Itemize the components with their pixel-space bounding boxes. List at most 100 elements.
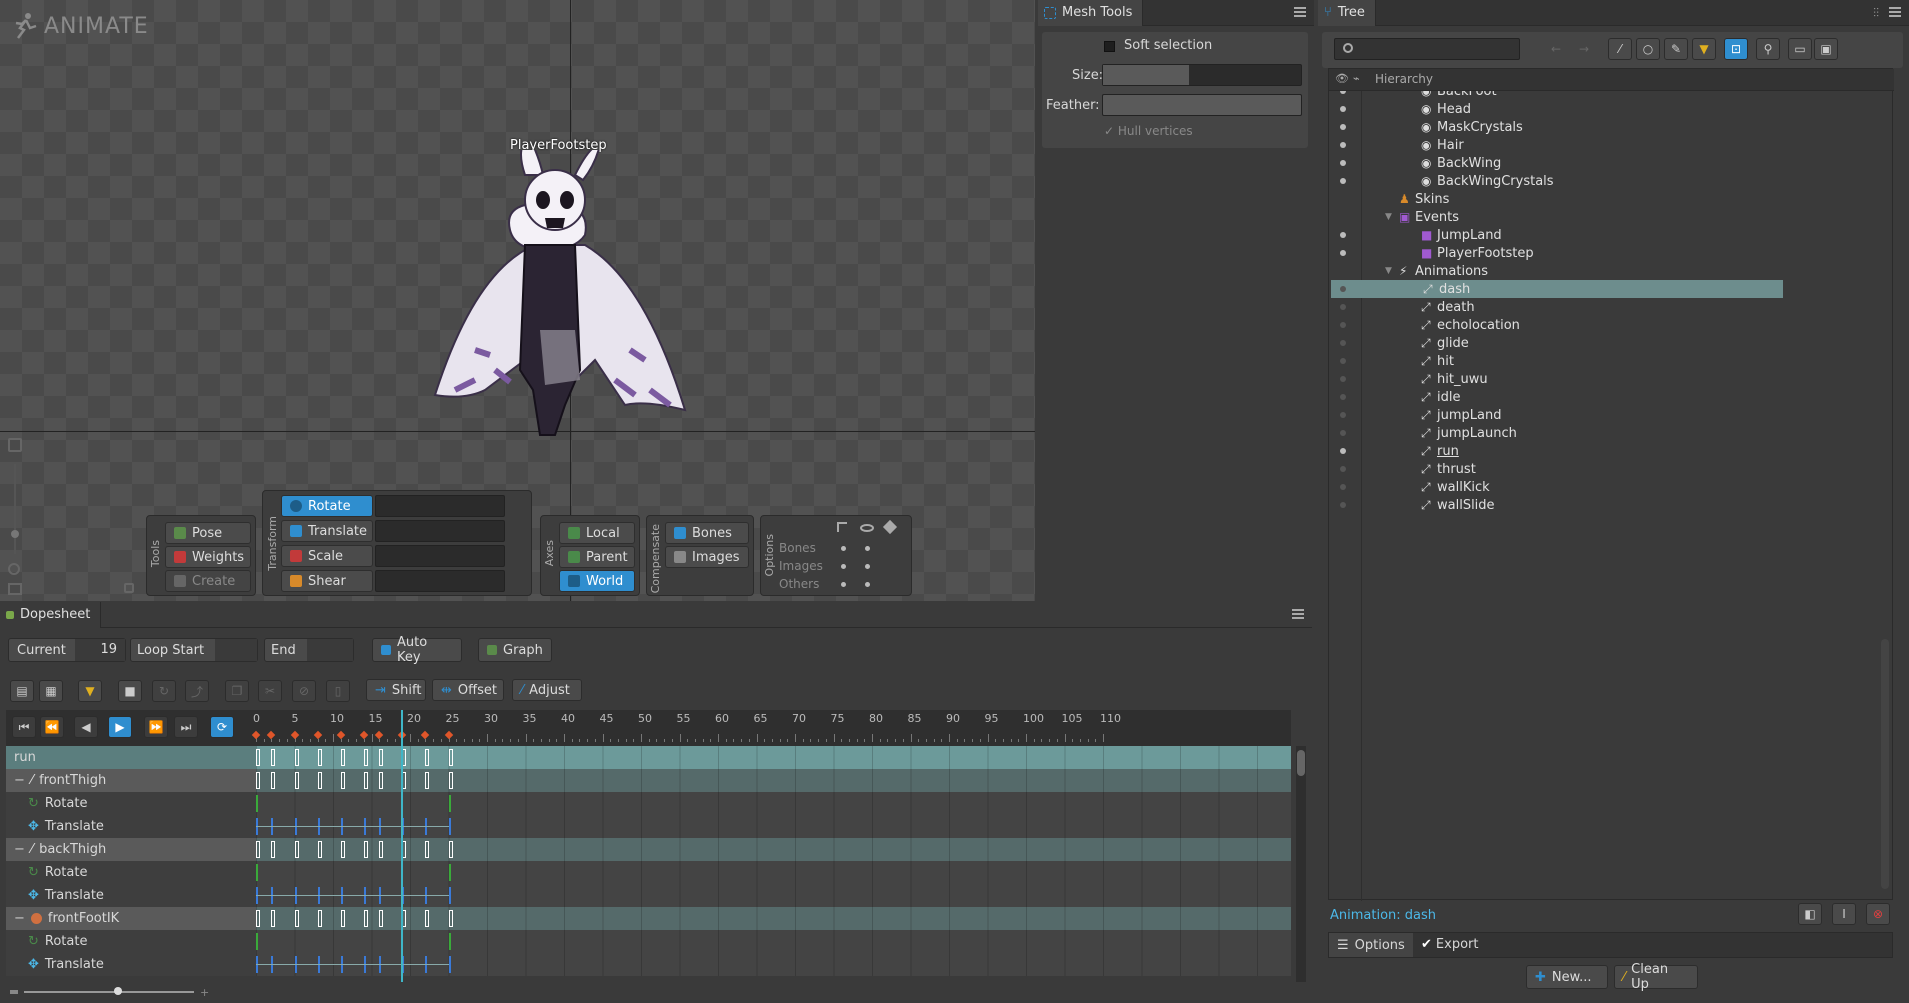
next-frame-icon[interactable]: ⏩ <box>144 716 168 738</box>
key[interactable] <box>425 841 430 858</box>
dopesheet-track[interactable] <box>256 746 1291 769</box>
key[interactable] <box>448 841 453 858</box>
delete-icon[interactable]: ▯ <box>326 680 350 702</box>
key[interactable] <box>448 910 453 927</box>
character-skeleton[interactable] <box>415 150 690 440</box>
collapse-icon[interactable]: − <box>14 773 25 788</box>
world-axis-button[interactable]: World <box>559 570 635 592</box>
dopesheet-row-name[interactable]: run <box>6 746 256 769</box>
zoom-icon[interactable] <box>8 563 20 575</box>
key[interactable] <box>271 749 276 766</box>
menu-icon[interactable] <box>1294 7 1306 17</box>
tree-item-hit[interactable]: ⤢ hit <box>1329 352 1889 370</box>
loop-icon[interactable]: ↻ <box>152 680 176 702</box>
tree-item-backwingcrystals[interactable]: ◉ BackWingCrystals <box>1329 172 1889 190</box>
dopesheet-row-name[interactable]: ↻ Rotate <box>6 861 256 884</box>
dopesheet-row-rotate[interactable]: ↻ Rotate <box>6 792 1291 815</box>
play-icon[interactable]: ▶ <box>108 716 132 738</box>
key[interactable] <box>448 956 451 973</box>
visibility-dot[interactable] <box>1340 106 1346 112</box>
set-setup-pose-icon[interactable]: ◧ <box>1798 903 1822 925</box>
create-button[interactable]: Create <box>165 570 251 592</box>
pose-button[interactable]: Pose <box>165 522 251 544</box>
option-toggle[interactable] <box>841 582 846 587</box>
tree-item-wallslide[interactable]: ⤢ wallSlide <box>1329 496 1889 514</box>
delete-icon[interactable]: ⊗ <box>1866 903 1890 925</box>
zoom-slider[interactable] <box>14 464 16 554</box>
dopesheet-row-translate[interactable]: ✥ Translate <box>6 815 1291 838</box>
keyframe-marker[interactable] <box>336 730 345 740</box>
timeline-zoom-track[interactable] <box>24 991 194 993</box>
dopesheet-row-name[interactable]: ✥ Translate <box>6 815 256 838</box>
hull-vertices-checkbox[interactable]: ✓ Hull vertices <box>1104 124 1193 138</box>
scale-tool-button[interactable]: Scale <box>281 545 373 567</box>
graph-button[interactable]: Graph <box>478 638 552 662</box>
dopesheet-row-ik[interactable]: − frontFootIK <box>6 907 1291 930</box>
collapse-icon[interactable]: ▭ <box>1788 38 1812 60</box>
tab-tree[interactable]: ⑂ Tree <box>1318 0 1376 26</box>
settings-icon[interactable]: ⫶⫶ <box>1873 6 1879 21</box>
dopesheet-track[interactable] <box>256 815 1291 838</box>
timeline-zoom[interactable]: + <box>10 986 210 999</box>
visibility-dot[interactable] <box>1340 358 1346 364</box>
visibility-dot[interactable] <box>1340 484 1346 490</box>
visibility-dot[interactable] <box>1340 466 1346 472</box>
dopesheet-track[interactable] <box>256 838 1291 861</box>
dopesheet-track[interactable] <box>256 907 1291 930</box>
weights-button[interactable]: Weights <box>165 546 251 568</box>
key[interactable] <box>425 749 430 766</box>
tab-mesh-tools[interactable]: Mesh Tools <box>1038 0 1144 26</box>
tree-item-jumpland[interactable]: ⤢ jumpLand <box>1329 406 1889 424</box>
visibility-column-icon[interactable]: 👁 <box>1335 72 1349 85</box>
dopesheet-row-name[interactable]: ↻ Rotate <box>6 930 256 953</box>
dopesheet-row-name[interactable]: ✥ Translate <box>6 884 256 907</box>
dopesheet-row-name[interactable]: − frontFootIK <box>6 907 256 930</box>
play-reverse-icon[interactable]: ◀ <box>74 716 98 738</box>
key[interactable] <box>317 841 322 858</box>
key[interactable] <box>363 910 368 927</box>
compensate-bones-button[interactable]: Bones <box>665 522 749 544</box>
expand-arrow-icon[interactable]: ▼ <box>1385 266 1392 276</box>
rename-icon[interactable]: I <box>1832 903 1856 925</box>
viewport[interactable]: ANIMATE PlayerFootstep Tools Pose Weight… <box>0 0 1035 601</box>
bone-tool-icon[interactable]: ⁄ <box>1608 38 1632 60</box>
key[interactable] <box>271 910 276 927</box>
key[interactable] <box>448 933 451 950</box>
tree-item-wallkick[interactable]: ⤢ wallKick <box>1329 478 1889 496</box>
tree-item-hair[interactable]: ◉ Hair <box>1329 136 1889 154</box>
visibility-dot[interactable] <box>1340 448 1346 454</box>
visibility-dot[interactable] <box>1340 286 1346 292</box>
key[interactable] <box>448 749 453 766</box>
compensate-images-button[interactable]: Images <box>665 546 749 568</box>
offset-button[interactable]: ⇹ Offset <box>432 679 504 701</box>
dopesheet-row-rotate[interactable]: ↻ Rotate <box>6 930 1291 953</box>
visibility-dot[interactable] <box>1340 502 1346 508</box>
dopesheet-track[interactable] <box>256 930 1291 953</box>
tree-item-run[interactable]: ⤢ run <box>1329 442 1889 460</box>
key[interactable] <box>448 818 451 835</box>
frame-icon[interactable] <box>8 438 22 452</box>
find-icon[interactable]: ⚲ <box>1756 38 1780 60</box>
visibility-dot[interactable] <box>1340 430 1346 436</box>
keyframe-marker[interactable] <box>359 730 369 740</box>
feather-slider[interactable] <box>1102 94 1302 116</box>
visibility-dot[interactable] <box>1340 232 1346 238</box>
tree-item-death[interactable]: ⤢ death <box>1329 298 1889 316</box>
keyable-column-icon[interactable]: ⌁ <box>1353 72 1360 85</box>
tree-item-skins[interactable]: ♟ Skins <box>1329 190 1889 208</box>
dopesheet-row-name[interactable]: − ⁄ backThigh <box>6 838 256 861</box>
scale-value-field[interactable] <box>375 545 505 567</box>
lock-icon[interactable]: ■ <box>118 680 142 702</box>
fit-icon[interactable] <box>8 583 22 595</box>
dopesheet-row-bone[interactable]: − ⁄ backThigh <box>6 838 1291 861</box>
translate-tool-button[interactable]: Translate <box>281 520 373 542</box>
current-frame-field[interactable]: Current 19 <box>8 638 126 662</box>
loop-start-field[interactable]: Loop Start <box>130 638 258 662</box>
adjust-button[interactable]: ⁄ Adjust <box>512 679 582 701</box>
keyframe-marker[interactable] <box>313 730 322 740</box>
visibility-dot[interactable] <box>1340 412 1346 418</box>
key[interactable] <box>256 749 260 766</box>
tree-item-thrust[interactable]: ⤢ thrust <box>1329 460 1889 478</box>
last-frame-icon[interactable]: ⏭ <box>174 716 198 738</box>
shear-value-field[interactable] <box>375 570 505 592</box>
